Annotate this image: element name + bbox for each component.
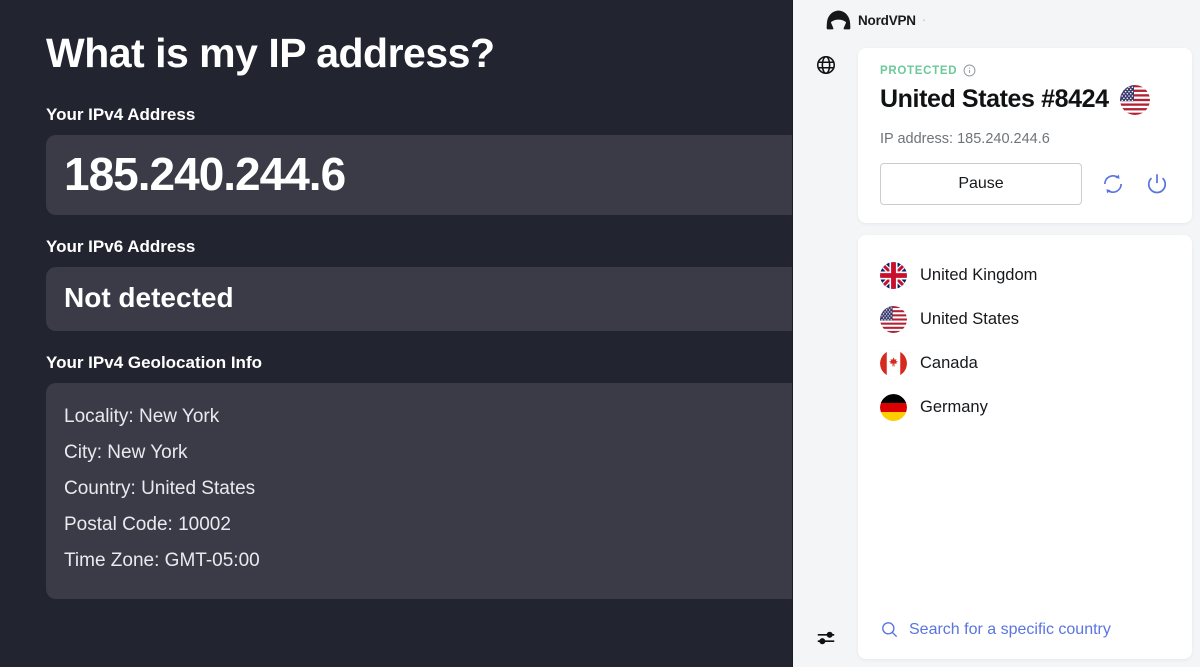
ipv4-value-box: 185.240.244.6 [46,135,792,216]
us-flag-icon [1119,85,1150,115]
country-search[interactable]: Search for a specific country [858,620,1192,659]
geo-line-city: City: New York [64,442,188,463]
us-flag-icon [880,305,907,333]
nordvpn-rail [793,40,858,667]
ipv6-value: Not detected [64,282,234,314]
uk-flag-icon [880,261,907,289]
geolocation-label: Your IPv4 Geolocation Info [46,353,262,372]
geolocation-box: Locality: New York City: New York Countr… [46,383,792,599]
country-name: Canada [920,353,978,372]
screen-root: What is my IP address? Your IPv4 Address… [0,0,1200,667]
nordvpn-content: PROTECTED United States #8424 IP address… [858,40,1200,667]
ipv6-label: Your IPv6 Address [46,237,196,257]
country-name: Germany [920,397,988,416]
connected-server-row: United States #8424 [880,85,1170,115]
geo-line-postal-code: Postal Code: 10002 [64,514,231,535]
country-list: United Kingdom United States Canada Germ… [858,253,1192,429]
nordvpn-trademark: · [922,16,926,24]
nordvpn-topbar: NordVPN · [793,0,1200,40]
pause-button[interactable]: Pause [880,163,1082,205]
refresh-icon[interactable] [1100,171,1126,197]
vpn-ip-address: IP address: 185.240.244.6 [880,131,1050,147]
de-flag-icon [880,393,907,421]
search-icon [882,622,898,638]
status-badge: PROTECTED [880,64,1170,77]
country-item-canada[interactable]: Canada [880,341,1170,385]
search-input-placeholder: Search for a specific country [909,620,1111,638]
country-list-card: United Kingdom United States Canada Germ… [858,235,1192,659]
nordvpn-logo[interactable]: NordVPN · [826,9,925,31]
status-badge-label: PROTECTED [880,64,958,77]
ipv4-value: 185.240.244.6 [64,148,346,201]
globe-icon[interactable] [815,54,837,76]
geo-line-locality: Locality: New York [64,406,220,427]
country-item-united-kingdom[interactable]: United Kingdom [880,253,1170,297]
nordvpn-panel: NordVPN · PROTECTED United States #8424 … [792,0,1200,667]
info-icon[interactable] [963,64,976,77]
nordvpn-wordmark: NordVPN [858,12,916,28]
country-item-germany[interactable]: Germany [880,385,1170,429]
nordvpn-body: PROTECTED United States #8424 IP address… [793,40,1200,667]
ca-flag-icon [880,349,907,377]
sliders-icon[interactable] [815,627,837,649]
ipv4-label: Your IPv4 Address [46,105,196,125]
nordvpn-mark-icon [826,10,851,30]
geo-line-time-zone: Time Zone: GMT-05:00 [64,550,260,571]
connected-server-name: United States #8424 [880,85,1109,114]
country-name: United Kingdom [920,265,1038,284]
ipv6-value-box: Not detected [46,267,792,331]
connection-status-card: PROTECTED United States #8424 IP address… [858,48,1192,223]
geo-line-country: Country: United States [64,478,256,499]
country-name: United States [920,309,1020,328]
connection-actions: Pause [880,163,1170,205]
power-icon[interactable] [1144,171,1170,197]
ip-info-page: What is my IP address? Your IPv4 Address… [0,0,792,667]
country-item-united-states[interactable]: United States [880,297,1170,341]
page-title: What is my IP address? [46,30,495,76]
